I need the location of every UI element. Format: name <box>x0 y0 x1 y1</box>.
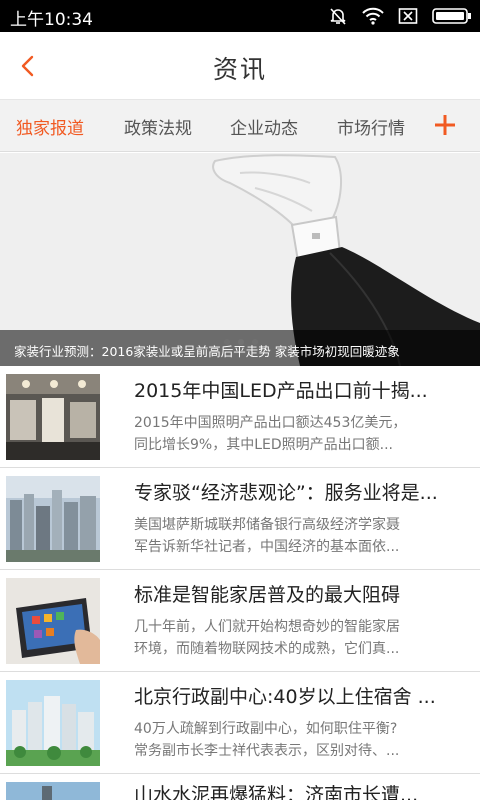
news-item[interactable]: 专家驳“经济悲观论”：服务业将是... 美国堪萨斯城联邦储备银行高级经济学家聂 … <box>0 468 480 570</box>
news-summary: 美国堪萨斯城联邦储备银行高级经济学家聂 军告诉新华社记者，中国经济的基本面依..… <box>134 514 466 558</box>
news-summary-line: 美国堪萨斯城联邦储备银行高级经济学家聂 <box>134 517 400 533</box>
news-summary-line: 军告诉新华社记者，中国经济的基本面依... <box>134 539 400 555</box>
news-summary: 几十年前，人们就开始构想奇妙的智能家居 环境，而随着物联网技术的成熟，它们真..… <box>134 616 466 660</box>
tab-exclusive[interactable]: 独家报道 <box>16 114 84 139</box>
mute-icon <box>328 6 348 26</box>
news-thumbnail-city <box>6 476 100 562</box>
tab-company-news[interactable]: 企业动态 <box>230 114 298 139</box>
close-box-icon <box>398 7 418 25</box>
add-tab-button[interactable] <box>432 112 458 138</box>
news-item[interactable]: 山水水泥再爆猛料：济南市长遭... <box>0 774 480 800</box>
news-summary: 40万人疏解到行政副中心，如何职住平衡? 常务副市长李士祥代表表示，区别对待、.… <box>134 718 466 762</box>
news-summary-line: 同比增长9%，其中LED照明产品出口额... <box>134 437 393 453</box>
battery-icon <box>432 7 472 25</box>
news-summary-line: 常务副市长李士祥代表表示，区别对待、... <box>134 743 400 759</box>
news-summary-line: 40万人疏解到行政副中心，如何职住平衡? <box>134 721 398 737</box>
wifi-icon <box>362 7 384 25</box>
status-time: 上午10:34 <box>10 10 93 30</box>
news-title: 2015年中国LED产品出口前十揭... <box>134 380 428 402</box>
news-item[interactable]: 2015年中国LED产品出口前十揭... 2015年中国照明产品出口额达453亿… <box>0 366 480 468</box>
news-thumbnail-showroom <box>6 374 100 460</box>
news-thumbnail-tablet <box>6 578 100 664</box>
news-item[interactable]: 标准是智能家居普及的最大阻碍 几十年前，人们就开始构想奇妙的智能家居 环境，而随… <box>0 570 480 672</box>
tab-policy[interactable]: 政策法规 <box>124 114 192 139</box>
status-icons <box>328 6 472 26</box>
plus-icon <box>435 115 455 135</box>
news-summary-line: 2015年中国照明产品出口额达453亿美元， <box>134 415 407 431</box>
banner-caption[interactable]: 家装行业预测：2016家装业或呈前高后平走势 家装市场初现回暖迹象 <box>0 330 480 366</box>
status-bar: 上午10:34 <box>0 0 480 32</box>
news-summary: 2015年中国照明产品出口额达453亿美元， 同比增长9%，其中LED照明产品出… <box>134 412 466 456</box>
header: 资讯 <box>0 32 480 100</box>
banner-carousel[interactable]: 家装行业预测：2016家装业或呈前高后平走势 家装市场初现回暖迹象 <box>0 153 480 366</box>
page-title: 资讯 <box>212 55 267 84</box>
news-title: 北京行政副中心:40岁以上住宿舍 ... <box>134 686 436 708</box>
category-tabs: 独家报道 政策法规 企业动态 市场行情 <box>0 100 480 152</box>
news-summary-line: 环境，而随着物联网技术的成熟，它们真... <box>134 641 400 657</box>
news-thumbnail-sky <box>6 782 100 800</box>
news-title: 山水水泥再爆猛料：济南市长遭... <box>134 784 419 800</box>
news-title: 标准是智能家居普及的最大阻碍 <box>134 584 401 606</box>
news-title: 专家驳“经济悲观论”：服务业将是... <box>134 482 438 504</box>
news-summary-line: 几十年前，人们就开始构想奇妙的智能家居 <box>134 619 400 635</box>
news-thumbnail-buildings <box>6 680 100 766</box>
tab-market[interactable]: 市场行情 <box>337 114 405 139</box>
news-item[interactable]: 北京行政副中心:40岁以上住宿舍 ... 40万人疏解到行政副中心，如何职住平衡… <box>0 672 480 774</box>
